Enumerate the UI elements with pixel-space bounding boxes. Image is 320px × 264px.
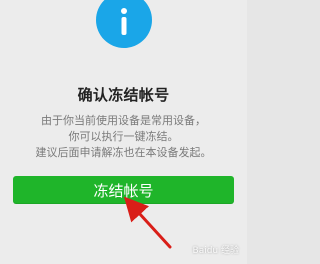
info-icon [96, 0, 152, 48]
watermark: Baidu 经验 [192, 246, 239, 256]
description-line: 建议后面申请解冻也在本设备发起。 [35, 146, 212, 159]
dialog-title: 确认冻结帐号 [77, 86, 170, 104]
freeze-account-button[interactable]: 冻结帐号 [13, 176, 234, 204]
screen: 确认冻结帐号 由于你当前使用设备是常用设备， 你可以执行一键冻结。 建议后面申请… [0, 0, 247, 264]
description-line: 由于你当前使用设备是常用设备， [41, 114, 206, 127]
description-line: 你可以执行一键冻结。 [68, 130, 179, 143]
dialog-description: 由于你当前使用设备是常用设备， 你可以执行一键冻结。 建议后面申请解冻也在本设备… [14, 113, 233, 161]
